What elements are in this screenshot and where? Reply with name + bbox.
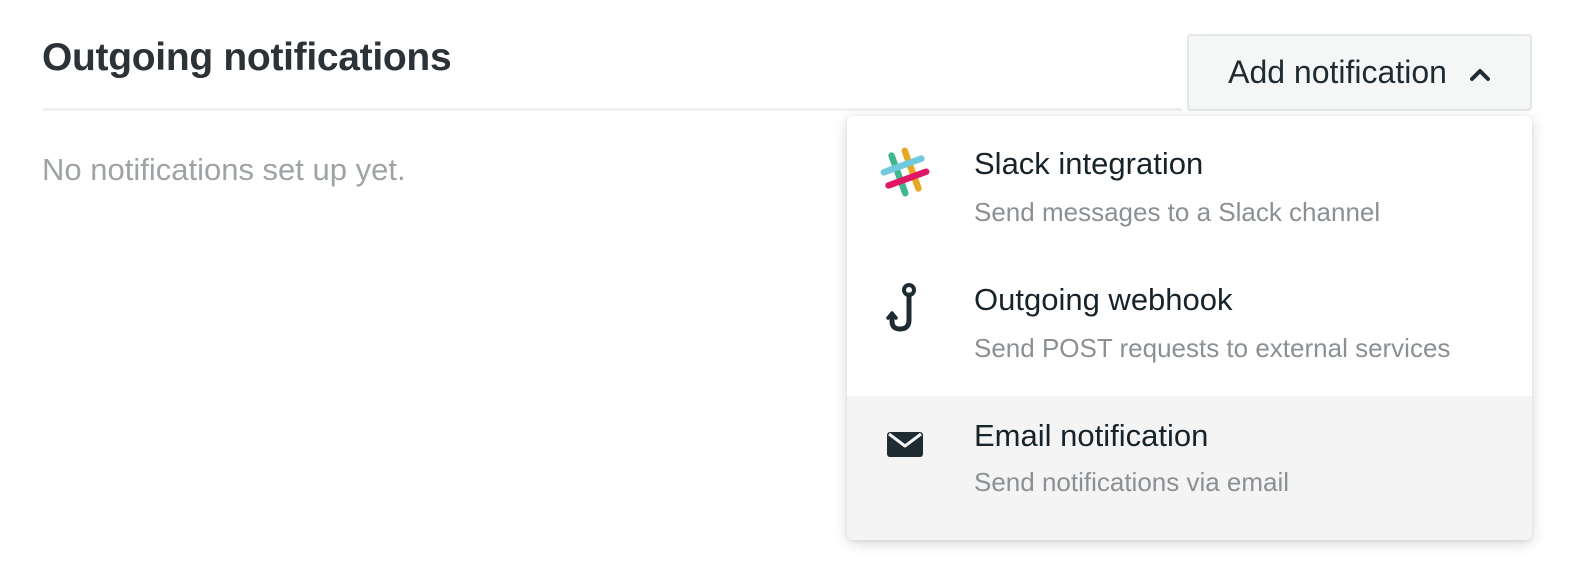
menu-item-description: Send POST requests to external services [974, 333, 1451, 363]
add-notification-button[interactable]: Add notification [1187, 34, 1532, 111]
menu-item-description: Send messages to a Slack channel [974, 197, 1381, 227]
add-notification-label: Add notification [1228, 54, 1447, 90]
menu-item-title: Email notification [974, 418, 1209, 453]
title-divider [42, 108, 1182, 111]
menu-item-email-notification[interactable]: Email notification Send notifications vi… [847, 396, 1532, 540]
menu-item-outgoing-webhook[interactable]: Outgoing webhook Send POST requests to e… [847, 252, 1532, 388]
add-notification-menu: Slack integration Send messages to a Sla… [847, 116, 1532, 540]
slack-icon [877, 144, 933, 200]
notifications-settings-page: Outgoing notifications No notifications … [0, 0, 1570, 572]
empty-state-text: No notifications set up yet. [42, 152, 406, 187]
menu-item-description: Send notifications via email [974, 467, 1290, 497]
webhook-hook-icon [877, 280, 933, 336]
chevron-up-icon [1469, 68, 1490, 81]
menu-item-title: Slack integration [974, 146, 1204, 181]
page-title: Outgoing notifications [42, 36, 452, 79]
envelope-icon [877, 416, 933, 472]
menu-item-slack-integration[interactable]: Slack integration Send messages to a Sla… [847, 116, 1532, 252]
menu-item-title: Outgoing webhook [974, 282, 1233, 317]
